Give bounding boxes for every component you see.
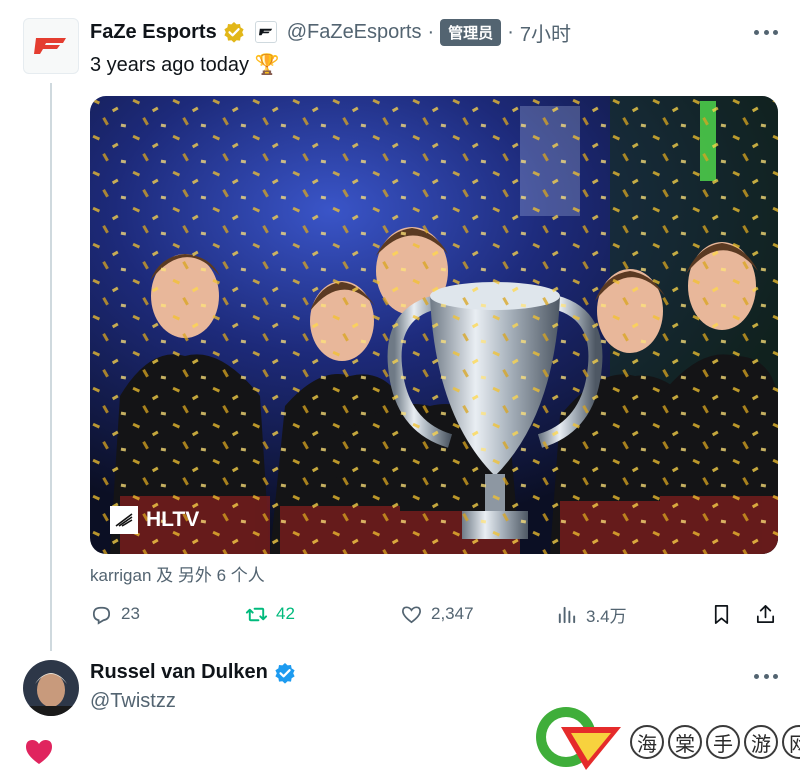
watermark-char: 游 bbox=[744, 725, 778, 759]
twistzz-avatar[interactable] bbox=[23, 660, 79, 716]
bookmark-button[interactable] bbox=[710, 598, 741, 630]
reply-count: 23 bbox=[121, 604, 140, 623]
views-count: 3.4万 bbox=[586, 606, 627, 626]
faze-logo-icon bbox=[34, 38, 66, 54]
views-icon bbox=[558, 606, 576, 623]
reply-author-name[interactable]: Russel van Dulken bbox=[90, 661, 268, 684]
watermark-char: 手 bbox=[706, 725, 740, 759]
separator-dot: · bbox=[427, 20, 435, 43]
admin-badge: 管理员 bbox=[440, 18, 502, 46]
watermark-char: 网 bbox=[782, 725, 800, 759]
like-count: 2,347 bbox=[431, 604, 474, 623]
thread-connector-line bbox=[50, 83, 52, 651]
site-watermark: 海 棠 手 游 网 bbox=[526, 685, 800, 782]
tweet-time[interactable]: 7小时 bbox=[520, 18, 571, 47]
tagged-users-link[interactable]: karrigan 及 另外 6 个人 bbox=[90, 561, 265, 586]
more-options-icon[interactable] bbox=[754, 22, 778, 42]
reply-icon bbox=[92, 606, 111, 625]
faze-avatar[interactable] bbox=[23, 18, 79, 74]
reply-button[interactable]: 23 bbox=[90, 598, 140, 630]
watermark-char: 棠 bbox=[668, 725, 702, 759]
verified-gold-icon bbox=[223, 21, 245, 43]
reply-more-options-icon[interactable] bbox=[754, 666, 778, 686]
like-button[interactable]: 2,347 bbox=[400, 598, 474, 630]
tweet-photo[interactable]: HLTV bbox=[90, 96, 778, 554]
share-button[interactable] bbox=[754, 598, 785, 630]
separator-dot-2: · bbox=[507, 20, 514, 43]
affiliate-faze-icon[interactable] bbox=[254, 21, 277, 43]
bookmark-icon bbox=[714, 604, 729, 624]
retweet-icon bbox=[245, 607, 268, 621]
hltv-label: HLTV bbox=[146, 508, 200, 531]
watermark-logo-icon bbox=[536, 707, 621, 770]
retweet-button[interactable]: 42 bbox=[245, 598, 295, 630]
reply-author-name-row: Russel van Dulken bbox=[90, 661, 296, 684]
author-handle[interactable]: @FaZeEsports bbox=[287, 21, 422, 44]
watermark-char: 海 bbox=[630, 725, 664, 759]
avatar-photo bbox=[23, 660, 79, 716]
reply-heart-emoji bbox=[24, 738, 54, 766]
hltv-logo-icon bbox=[110, 506, 138, 534]
tweet-header: FaZe Esports @FaZeEsports · 管理员 · 7小时 bbox=[90, 18, 571, 46]
share-icon bbox=[756, 604, 775, 623]
author-name[interactable]: FaZe Esports bbox=[90, 21, 217, 44]
heart-icon bbox=[402, 605, 421, 623]
verified-blue-icon bbox=[274, 662, 296, 684]
tweet-text: 3 years ago today 🏆 bbox=[90, 54, 280, 76]
watermark-text: 海 棠 手 游 网 bbox=[630, 725, 800, 759]
hltv-watermark: HLTV bbox=[110, 506, 199, 534]
trophy-celebration-photo bbox=[90, 96, 778, 554]
views-button[interactable]: 3.4万 bbox=[555, 598, 627, 630]
tweet-actions: 23 42 2,347 3.4万 bbox=[90, 598, 778, 630]
retweet-count: 42 bbox=[276, 604, 295, 623]
reply-author-handle[interactable]: @Twistzz bbox=[90, 690, 176, 713]
